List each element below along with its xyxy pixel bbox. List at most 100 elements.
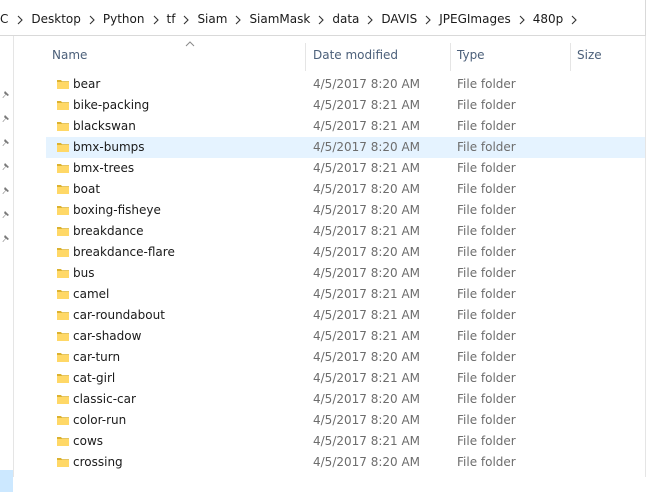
pin-icon[interactable] bbox=[1, 114, 11, 124]
list-item[interactable]: bike-packing 4/5/2017 8:21 AM File folder bbox=[46, 95, 645, 116]
folder-icon bbox=[56, 203, 70, 217]
pin-icon[interactable] bbox=[1, 138, 11, 148]
breadcrumb-item[interactable]: JPEGImages bbox=[434, 11, 516, 27]
list-item[interactable]: bus 4/5/2017 8:20 AM File folder bbox=[46, 263, 645, 284]
breadcrumb-item[interactable]: C bbox=[0, 11, 14, 27]
list-item[interactable]: car-turn 4/5/2017 8:20 AM File folder bbox=[46, 347, 645, 368]
pin-icon[interactable] bbox=[1, 162, 11, 172]
file-date-modified: 4/5/2017 8:20 AM bbox=[313, 350, 421, 364]
list-item[interactable]: color-run 4/5/2017 8:20 AM File folder bbox=[46, 410, 645, 431]
file-type: File folder bbox=[457, 455, 516, 469]
address-bar[interactable]: C Desktop Python tf Siam SiamMask data D… bbox=[0, 0, 646, 36]
list-item[interactable]: bear 4/5/2017 8:20 AM File folder bbox=[46, 74, 645, 95]
breadcrumb-item[interactable]: Desktop bbox=[26, 11, 86, 27]
breadcrumb-item[interactable]: data bbox=[327, 11, 364, 27]
file-name: car-turn bbox=[73, 350, 121, 364]
breadcrumb-item[interactable]: tf bbox=[162, 11, 181, 27]
folder-icon bbox=[56, 140, 70, 154]
file-type: File folder bbox=[457, 413, 516, 427]
file-name: classic-car bbox=[73, 392, 136, 406]
breadcrumb-item[interactable]: Python bbox=[98, 11, 150, 27]
chevron-right-icon[interactable] bbox=[317, 14, 325, 25]
list-item[interactable]: bmx-bumps 4/5/2017 8:20 AM File folder bbox=[46, 137, 645, 158]
file-type: File folder bbox=[457, 119, 516, 133]
file-date-modified: 4/5/2017 8:21 AM bbox=[313, 434, 421, 448]
breadcrumb-item[interactable]: DAVIS bbox=[376, 11, 422, 27]
file-date-modified: 4/5/2017 8:21 AM bbox=[313, 224, 421, 238]
column-type[interactable]: Type bbox=[457, 36, 485, 74]
column-header: Name Date modified Type Size bbox=[14, 36, 646, 74]
column-date-modified[interactable]: Date modified bbox=[313, 36, 398, 74]
column-divider[interactable] bbox=[570, 43, 571, 71]
list-item[interactable]: breakdance-flare 4/5/2017 8:20 AM File fol… bbox=[46, 242, 645, 263]
list-item[interactable]: boxing-fisheye 4/5/2017 8:20 AM File folde… bbox=[46, 200, 645, 221]
file-date-modified: 4/5/2017 8:20 AM bbox=[313, 266, 421, 280]
folder-icon bbox=[56, 350, 70, 364]
file-name: breakdance-flare bbox=[73, 245, 175, 259]
file-type: File folder bbox=[457, 161, 516, 175]
folder-icon bbox=[56, 182, 70, 196]
folder-icon bbox=[56, 77, 70, 91]
chevron-right-icon[interactable] bbox=[88, 14, 96, 25]
breadcrumb-item[interactable]: 480p bbox=[528, 11, 569, 27]
file-type: File folder bbox=[457, 140, 516, 154]
list-item[interactable]: boat 4/5/2017 8:20 AM File folder bbox=[46, 179, 645, 200]
file-name: cows bbox=[73, 434, 104, 448]
breadcrumb: C Desktop Python tf Siam SiamMask data D… bbox=[0, 11, 580, 27]
folder-icon bbox=[56, 161, 70, 175]
list-item[interactable]: cat-girl 4/5/2017 8:21 AM File folder bbox=[46, 368, 645, 389]
chevron-right-icon[interactable] bbox=[518, 14, 526, 25]
file-name: bear bbox=[73, 77, 101, 91]
folder-icon bbox=[56, 245, 70, 259]
file-type: File folder bbox=[457, 77, 516, 91]
pin-icon[interactable] bbox=[1, 210, 11, 220]
pin-icon[interactable] bbox=[1, 186, 11, 196]
file-name: car-roundabout bbox=[73, 308, 165, 322]
file-date-modified: 4/5/2017 8:20 AM bbox=[313, 140, 421, 154]
chevron-right-icon[interactable] bbox=[366, 14, 374, 25]
navigation-pane[interactable] bbox=[0, 36, 14, 492]
chevron-right-icon[interactable] bbox=[16, 14, 24, 25]
list-item[interactable]: cows 4/5/2017 8:21 AM File folder bbox=[46, 431, 645, 452]
file-name: car-shadow bbox=[73, 329, 142, 343]
file-type: File folder bbox=[457, 224, 516, 238]
column-divider[interactable] bbox=[450, 43, 451, 71]
sort-ascending-icon bbox=[185, 41, 195, 47]
file-type: File folder bbox=[457, 266, 516, 280]
list-item[interactable]: breakdance 4/5/2017 8:21 AM File folder bbox=[46, 221, 645, 242]
list-item[interactable]: classic-car 4/5/2017 8:20 AM File folder bbox=[46, 389, 645, 410]
file-name: crossing bbox=[73, 455, 123, 469]
list-item[interactable]: camel 4/5/2017 8:21 AM File folder bbox=[46, 284, 645, 305]
folder-icon bbox=[56, 371, 70, 385]
file-name: boat bbox=[73, 182, 101, 196]
pin-icon[interactable] bbox=[1, 234, 11, 244]
column-divider[interactable] bbox=[305, 43, 306, 71]
chevron-right-icon[interactable] bbox=[234, 14, 242, 25]
file-type: File folder bbox=[457, 182, 516, 196]
chevron-right-icon[interactable] bbox=[570, 14, 578, 25]
list-item[interactable]: blackswan 4/5/2017 8:21 AM File folder bbox=[46, 116, 645, 137]
folder-icon bbox=[56, 224, 70, 238]
folder-icon bbox=[56, 434, 70, 448]
nav-selected-item[interactable] bbox=[0, 470, 13, 492]
pin-icon[interactable] bbox=[1, 90, 11, 100]
file-type: File folder bbox=[457, 329, 516, 343]
file-date-modified: 4/5/2017 8:21 AM bbox=[313, 119, 421, 133]
file-type: File folder bbox=[457, 371, 516, 385]
chevron-right-icon[interactable] bbox=[424, 14, 432, 25]
breadcrumb-item[interactable]: Siam bbox=[192, 11, 232, 27]
file-date-modified: 4/5/2017 8:21 AM bbox=[313, 287, 421, 301]
list-item[interactable]: car-roundabout 4/5/2017 8:21 AM File folde… bbox=[46, 305, 645, 326]
folder-icon bbox=[56, 413, 70, 427]
file-date-modified: 4/5/2017 8:20 AM bbox=[313, 182, 421, 196]
chevron-right-icon[interactable] bbox=[152, 14, 160, 25]
breadcrumb-item[interactable]: SiamMask bbox=[244, 11, 315, 27]
list-item[interactable]: car-shadow 4/5/2017 8:21 AM File folder bbox=[46, 326, 645, 347]
file-date-modified: 4/5/2017 8:21 AM bbox=[313, 161, 421, 175]
column-size[interactable]: Size bbox=[577, 36, 602, 74]
list-item[interactable]: bmx-trees 4/5/2017 8:21 AM File folder bbox=[46, 158, 645, 179]
column-name[interactable]: Name bbox=[52, 36, 87, 74]
folder-icon bbox=[56, 308, 70, 322]
chevron-right-icon[interactable] bbox=[182, 14, 190, 25]
list-item[interactable]: crossing 4/5/2017 8:20 AM File folder bbox=[46, 452, 645, 473]
